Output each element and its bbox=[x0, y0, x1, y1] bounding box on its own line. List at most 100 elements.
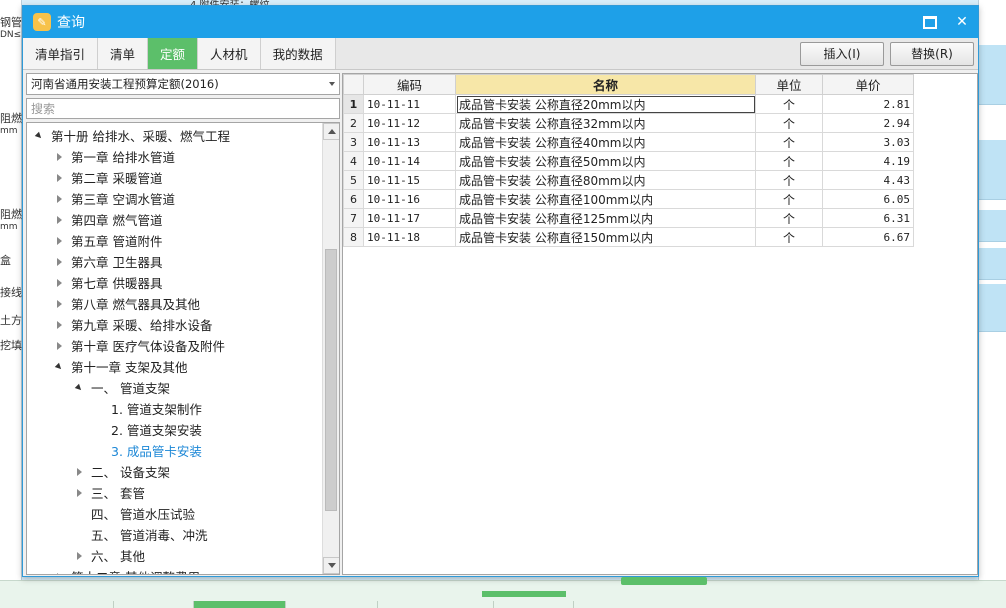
tree-item[interactable]: 第一章 给排水管道 bbox=[53, 146, 175, 167]
tab-labor-material-machine[interactable]: 人材机 bbox=[198, 38, 261, 69]
tree-item[interactable]: 第八章 燃气器具及其他 bbox=[53, 293, 200, 314]
title-bar[interactable]: ✎ 查询 ✕ bbox=[23, 6, 978, 38]
collapse-arrow-icon[interactable] bbox=[53, 153, 65, 161]
price-cell[interactable]: 4.19 bbox=[822, 151, 914, 171]
name-cell[interactable]: 成品管卡安装 公称直径80mm以内 bbox=[455, 170, 756, 190]
collapse-arrow-icon[interactable] bbox=[53, 279, 65, 287]
unit-cell[interactable]: 个 bbox=[755, 132, 823, 152]
quota-set-select[interactable]: 河南省通用安装工程预算定额(2016) bbox=[26, 73, 340, 95]
collapse-arrow-icon[interactable] bbox=[73, 468, 85, 476]
maximize-button[interactable] bbox=[914, 6, 946, 38]
tree-item[interactable]: 第五章 管道附件 bbox=[53, 230, 162, 251]
row-number[interactable]: 4 bbox=[343, 151, 364, 171]
price-cell[interactable]: 2.81 bbox=[822, 94, 914, 114]
splitter-handle[interactable] bbox=[621, 577, 707, 585]
collapse-arrow-icon[interactable] bbox=[73, 489, 85, 497]
name-cell[interactable]: 成品管卡安装 公称直径50mm以内 bbox=[455, 151, 756, 171]
name-cell[interactable]: 成品管卡安装 公称直径100mm以内 bbox=[455, 189, 756, 209]
collapse-arrow-icon[interactable] bbox=[53, 321, 65, 329]
tree-item[interactable]: 一、 管道支架 bbox=[73, 377, 170, 398]
tab-my-data[interactable]: 我的数据 bbox=[260, 38, 336, 69]
table-row[interactable]: 4 10-11-14 成品管卡安装 公称直径50mm以内个 4.19 bbox=[343, 151, 914, 171]
unit-cell[interactable]: 个 bbox=[755, 189, 823, 209]
insert-button[interactable]: 插入(I) bbox=[800, 41, 884, 66]
expand-arrow-icon[interactable] bbox=[73, 385, 85, 391]
name-cell[interactable]: 成品管卡安装 公称直径150mm以内 bbox=[455, 227, 756, 247]
tree-item[interactable]: 第九章 采暖、给排水设备 bbox=[53, 314, 212, 335]
tab-bill[interactable]: 清单 bbox=[98, 38, 149, 69]
tree-item[interactable]: 二、 设备支架 bbox=[73, 461, 170, 482]
tree-item[interactable]: 2. 管道支架安装 bbox=[93, 419, 202, 440]
table-row[interactable]: 5 10-11-15 成品管卡安装 公称直径80mm以内个 4.43 bbox=[343, 170, 914, 190]
tree-item[interactable]: 第三章 空调水管道 bbox=[53, 188, 175, 209]
collapse-arrow-icon[interactable] bbox=[53, 195, 65, 203]
name-cell[interactable]: 成品管卡安装 公称直径125mm以内 bbox=[455, 208, 756, 228]
table-row[interactable]: 7 10-11-17 成品管卡安装 公称直径125mm以内个 6.31 bbox=[343, 208, 914, 228]
code-cell[interactable]: 10-11-15 bbox=[363, 170, 456, 190]
code-cell[interactable]: 10-11-13 bbox=[363, 132, 456, 152]
row-number[interactable]: 8 bbox=[343, 227, 364, 247]
price-cell[interactable]: 2.94 bbox=[822, 113, 914, 133]
code-header[interactable]: 编码 bbox=[363, 74, 456, 95]
price-cell[interactable]: 6.05 bbox=[822, 189, 914, 209]
code-cell[interactable]: 10-11-12 bbox=[363, 113, 456, 133]
collapse-arrow-icon[interactable] bbox=[53, 216, 65, 224]
collapse-arrow-icon[interactable] bbox=[53, 258, 65, 266]
collapse-arrow-icon[interactable] bbox=[53, 237, 65, 245]
unit-cell[interactable]: 个 bbox=[755, 113, 823, 133]
replace-button[interactable]: 替换(R) bbox=[890, 41, 974, 66]
code-cell[interactable]: 10-11-18 bbox=[363, 227, 456, 247]
expand-arrow-icon[interactable] bbox=[53, 364, 65, 370]
name-cell[interactable]: 成品管卡安装 公称直径40mm以内 bbox=[455, 132, 756, 152]
code-cell[interactable]: 10-11-14 bbox=[363, 151, 456, 171]
scroll-thumb[interactable] bbox=[325, 249, 337, 511]
tree-item[interactable]: 第六章 卫生器具 bbox=[53, 251, 162, 272]
row-number[interactable]: 6 bbox=[343, 189, 364, 209]
unit-header[interactable]: 单位 bbox=[755, 74, 823, 95]
tree-item[interactable]: 四、 管道水压试验 bbox=[73, 503, 195, 524]
row-number[interactable]: 2 bbox=[343, 113, 364, 133]
price-cell[interactable]: 6.31 bbox=[822, 208, 914, 228]
tree-item[interactable]: 第二章 采暖管道 bbox=[53, 167, 162, 188]
tree-item[interactable]: 第十二章 其他调整费用 bbox=[53, 566, 200, 575]
table-row[interactable]: 1 10-11-11 成品管卡安装 公称直径20mm以内个 2.81 bbox=[343, 94, 914, 114]
scroll-up-icon[interactable] bbox=[323, 123, 339, 140]
unit-cell[interactable]: 个 bbox=[755, 94, 823, 114]
collapse-arrow-icon[interactable] bbox=[53, 300, 65, 308]
tree-item[interactable]: 五、 管道消毒、冲洗 bbox=[73, 524, 207, 545]
tab-bill-guide[interactable]: 清单指引 bbox=[23, 38, 99, 69]
row-number[interactable]: 1 bbox=[343, 94, 364, 114]
tree-item[interactable]: 第四章 燃气管道 bbox=[53, 209, 162, 230]
tree-item[interactable]: 3. 成品管卡安装 bbox=[93, 440, 202, 461]
scroll-down-icon[interactable] bbox=[323, 557, 339, 574]
price-cell[interactable]: 3.03 bbox=[822, 132, 914, 152]
tree-item[interactable]: 第七章 供暖器具 bbox=[53, 272, 162, 293]
search-input[interactable]: 搜索 bbox=[26, 98, 340, 119]
tab-quota[interactable]: 定额 bbox=[148, 38, 199, 69]
collapse-arrow-icon[interactable] bbox=[53, 174, 65, 182]
table-row[interactable]: 2 10-11-12 成品管卡安装 公称直径32mm以内个 2.94 bbox=[343, 113, 914, 133]
code-cell[interactable]: 10-11-11 bbox=[363, 94, 456, 114]
collapse-arrow-icon[interactable] bbox=[53, 342, 65, 350]
unit-cell[interactable]: 个 bbox=[755, 170, 823, 190]
tree-item[interactable]: 六、 其他 bbox=[73, 545, 145, 566]
name-cell[interactable]: 成品管卡安装 公称直径32mm以内 bbox=[455, 113, 756, 133]
code-cell[interactable]: 10-11-17 bbox=[363, 208, 456, 228]
table-row[interactable]: 6 10-11-16 成品管卡安装 公称直径100mm以内个 6.05 bbox=[343, 189, 914, 209]
tree-item[interactable]: 第十册 给排水、采暖、燃气工程 bbox=[33, 125, 230, 146]
tree-item[interactable]: 三、 套管 bbox=[73, 482, 145, 503]
unit-cell[interactable]: 个 bbox=[755, 227, 823, 247]
tree-scrollbar[interactable] bbox=[322, 123, 339, 574]
collapse-arrow-icon[interactable] bbox=[73, 552, 85, 560]
unit-cell[interactable]: 个 bbox=[755, 151, 823, 171]
code-cell[interactable]: 10-11-16 bbox=[363, 189, 456, 209]
table-row[interactable]: 8 10-11-18 成品管卡安装 公称直径150mm以内个 6.67 bbox=[343, 227, 914, 247]
row-number[interactable]: 5 bbox=[343, 170, 364, 190]
name-cell[interactable]: 成品管卡安装 公称直径20mm以内 bbox=[455, 94, 756, 114]
close-button[interactable]: ✕ bbox=[946, 6, 978, 38]
unit-cell[interactable]: 个 bbox=[755, 208, 823, 228]
expand-arrow-icon[interactable] bbox=[33, 133, 45, 139]
tree-item[interactable]: 第十章 医疗气体设备及附件 bbox=[53, 335, 225, 356]
collapse-arrow-icon[interactable] bbox=[53, 573, 65, 575]
price-cell[interactable]: 6.67 bbox=[822, 227, 914, 247]
